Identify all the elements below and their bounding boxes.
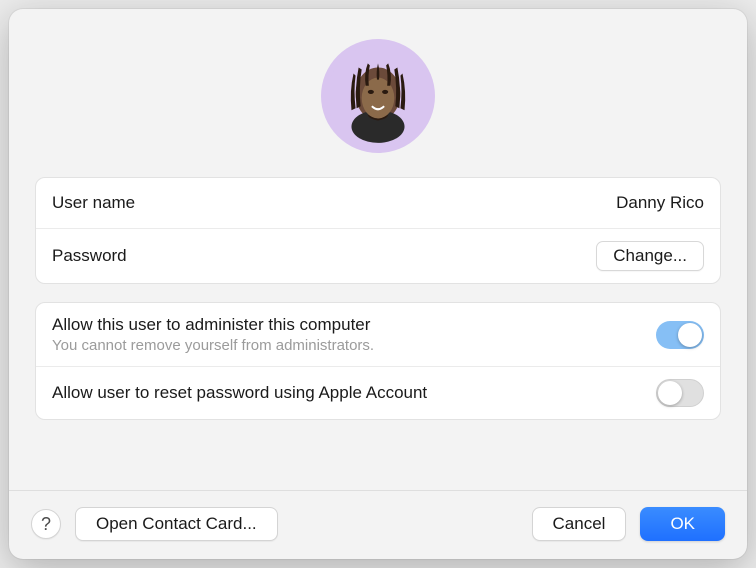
dialog-content: User name Danny Rico Password Change... … [9,9,747,490]
reset-password-label: Allow user to reset password using Apple… [52,383,427,403]
permissions-section: Allow this user to administer this compu… [35,302,721,420]
username-label: User name [52,193,135,213]
admin-helper-text: You cannot remove yourself from administ… [52,337,374,354]
help-button[interactable]: ? [31,509,61,539]
avatar-container [35,39,721,153]
admin-label: Allow this user to administer this compu… [52,315,374,335]
admin-permission-row: Allow this user to administer this compu… [36,303,720,366]
admin-text-block: Allow this user to administer this compu… [52,315,374,354]
password-row: Password Change... [36,228,720,283]
user-info-section: User name Danny Rico Password Change... [35,177,721,284]
open-contact-card-button[interactable]: Open Contact Card... [75,507,278,541]
user-avatar[interactable] [321,39,435,153]
help-icon: ? [41,514,51,535]
username-row: User name Danny Rico [36,178,720,228]
admin-toggle[interactable] [656,321,704,349]
reset-password-toggle[interactable] [656,379,704,407]
change-password-button[interactable]: Change... [596,241,704,271]
reset-password-permission-row: Allow user to reset password using Apple… [36,366,720,419]
toggle-knob-icon [658,381,682,405]
toggle-knob-icon [678,323,702,347]
dialog-footer: ? Open Contact Card... Cancel OK [9,490,747,559]
avatar-image-icon [327,45,429,147]
ok-button[interactable]: OK [640,507,725,541]
username-value: Danny Rico [616,193,704,213]
user-settings-dialog: User name Danny Rico Password Change... … [9,9,747,559]
cancel-button[interactable]: Cancel [532,507,627,541]
password-label: Password [52,246,127,266]
